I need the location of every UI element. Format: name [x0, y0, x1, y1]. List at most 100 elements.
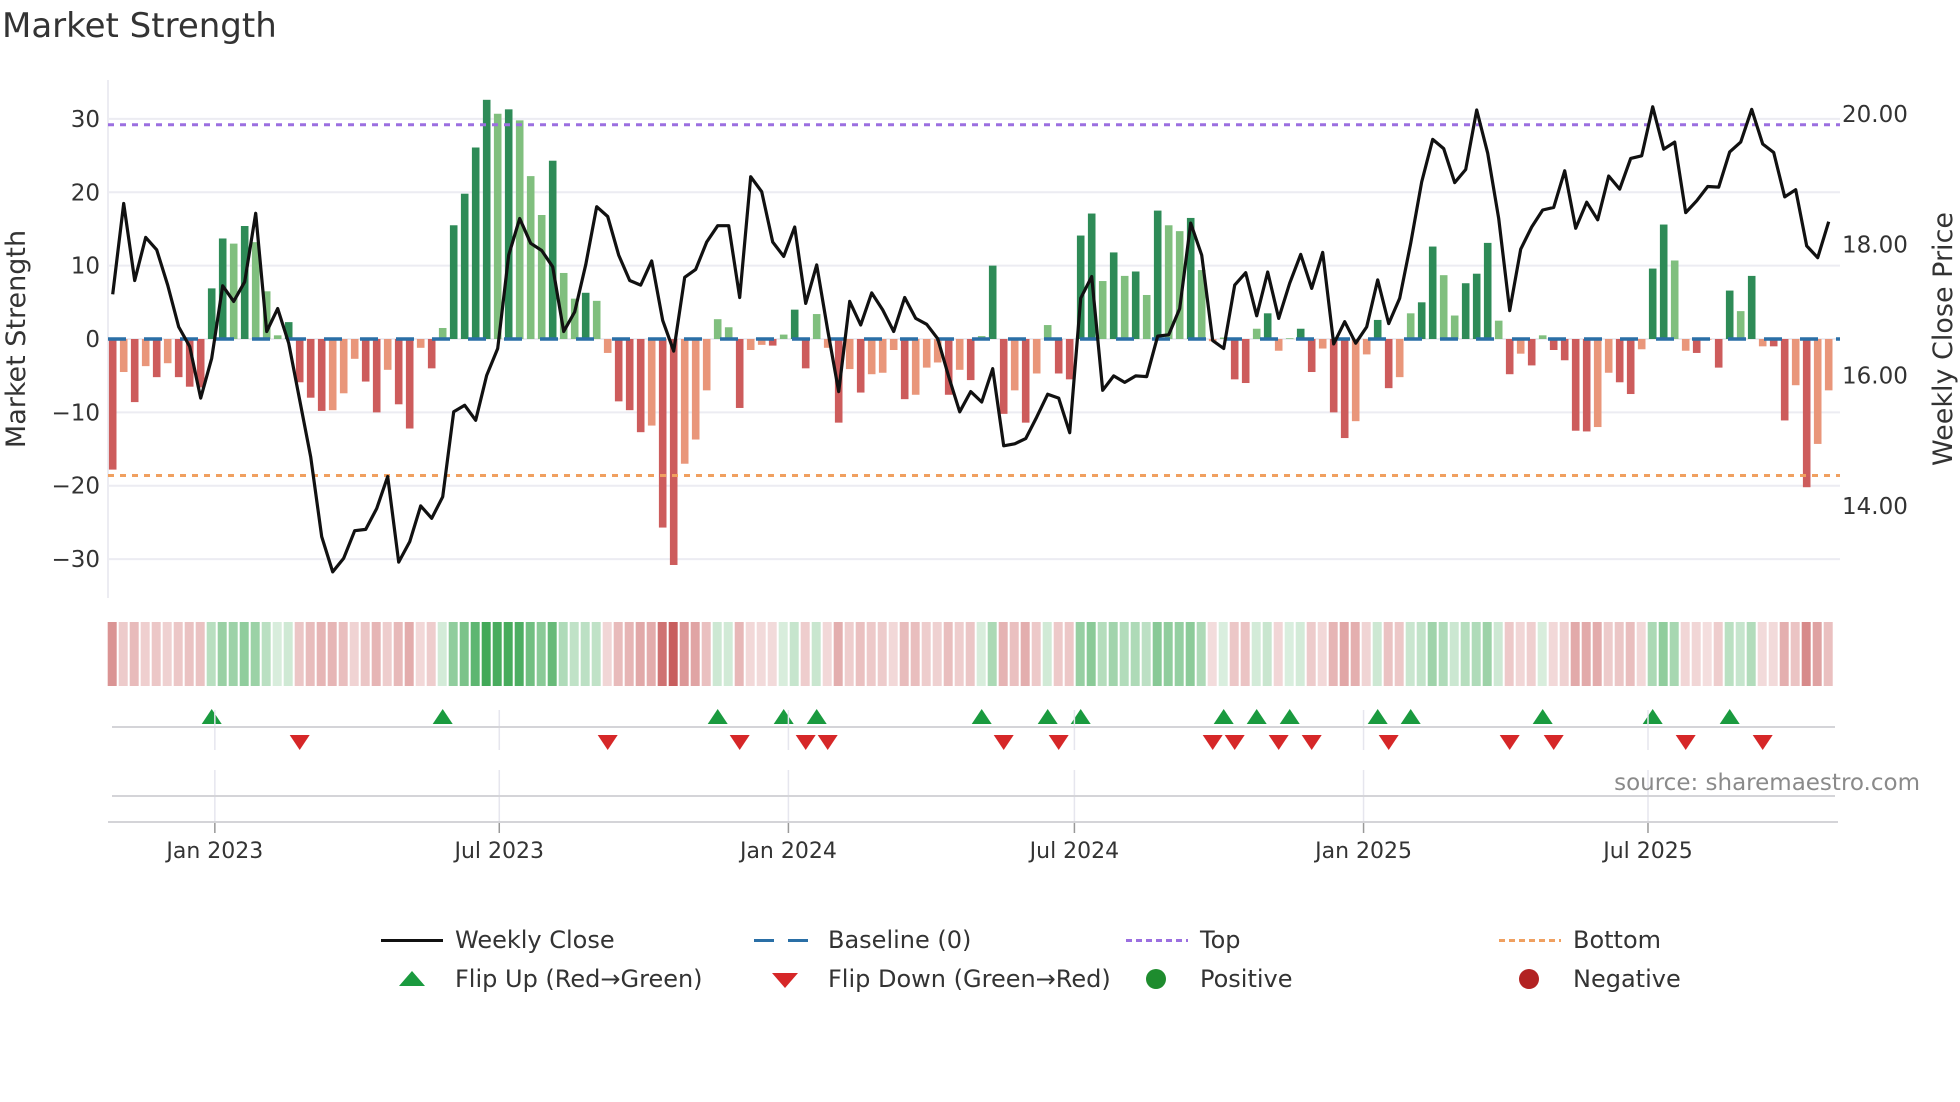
- positive-bar: [493, 113, 502, 340]
- heat-cell: [712, 622, 722, 686]
- negative-bar: [966, 339, 975, 381]
- heat-cell: [305, 622, 315, 686]
- heat-cell: [877, 622, 887, 686]
- heat-cell: [272, 622, 282, 686]
- heat-cell: [954, 622, 964, 686]
- heat-cell: [437, 622, 447, 686]
- negative-bar: [603, 339, 612, 353]
- heat-cell: [1218, 622, 1228, 686]
- triangle-up-icon: [381, 967, 443, 991]
- heat-cell: [349, 622, 359, 686]
- heat-cell: [1713, 622, 1723, 686]
- positive-bar: [1098, 281, 1107, 339]
- heat-cell: [1339, 622, 1349, 686]
- negative-bar: [669, 339, 678, 565]
- heat-cell: [1405, 622, 1415, 686]
- heat-cell: [734, 622, 744, 686]
- positive-bar: [1747, 275, 1756, 339]
- positive-bar: [449, 225, 458, 339]
- heat-cell: [1064, 622, 1074, 686]
- x-tick-label: Jan 2023: [164, 839, 263, 864]
- positive-bar: [1648, 268, 1657, 339]
- heat-cell: [1141, 622, 1151, 686]
- negative-bar: [1516, 339, 1525, 354]
- positive-bar: [1153, 210, 1162, 339]
- negative-bar: [119, 339, 128, 373]
- x-tick-label: Jul 2024: [1028, 839, 1120, 864]
- heat-cell: [866, 622, 876, 686]
- heat-cell: [1273, 622, 1283, 686]
- heat-cell: [580, 622, 590, 686]
- legend-flip-up: Flip Up (Red→Green): [381, 963, 703, 995]
- y-tick-label: −30: [51, 547, 100, 573]
- negative-bar: [1780, 339, 1789, 421]
- negative-bar: [955, 339, 964, 370]
- heat-cell: [1658, 622, 1668, 686]
- heat-cell: [976, 622, 986, 686]
- negative-bar: [416, 339, 425, 348]
- y-tick-label: 10: [71, 254, 100, 280]
- strength-bars: [108, 99, 1833, 565]
- positive-bar: [1659, 224, 1668, 339]
- negative-bar: [1813, 339, 1822, 444]
- circle-icon: [1126, 967, 1188, 991]
- negative-bar: [1021, 339, 1030, 423]
- negative-bar: [174, 339, 183, 378]
- negative-bar: [317, 339, 326, 411]
- heat-cell: [1559, 622, 1569, 686]
- negative-bar: [295, 339, 304, 383]
- positive-bar: [482, 99, 491, 339]
- positive-bar: [1450, 315, 1459, 339]
- heat-cell: [1251, 622, 1261, 686]
- y2-tick-label: 14.00: [1842, 494, 1908, 520]
- heat-cell: [1548, 622, 1558, 686]
- flip-up-icon: [971, 709, 992, 724]
- flip-up-icon: [1037, 709, 1058, 724]
- heat-cell: [1361, 622, 1371, 686]
- heat-cell: [778, 622, 788, 686]
- heat-cell: [1493, 622, 1503, 686]
- heat-cell: [1416, 622, 1426, 686]
- heat-cell: [1075, 622, 1085, 686]
- flip-up-icon: [806, 709, 827, 724]
- negative-bar: [1582, 339, 1591, 432]
- heat-cell: [1570, 622, 1580, 686]
- flip-down-icon: [817, 735, 838, 750]
- negative-bar: [152, 339, 161, 378]
- heat-cell: [393, 622, 403, 686]
- heat-cell: [1526, 622, 1536, 686]
- legend-baseline: Baseline (0): [754, 924, 971, 956]
- positive-bar: [1483, 242, 1492, 339]
- heat-cell: [261, 622, 271, 686]
- heat-cell: [481, 622, 491, 686]
- heat-cell: [646, 622, 656, 686]
- heat-cell: [536, 622, 546, 686]
- heat-cell: [558, 622, 568, 686]
- negative-bar: [1637, 339, 1646, 350]
- heat-cell: [547, 622, 557, 686]
- negative-bar: [1032, 339, 1041, 374]
- heat-cell: [591, 622, 601, 686]
- heat-cell: [107, 622, 117, 686]
- legend-label: Negative: [1573, 965, 1681, 993]
- legend-negative: Negative: [1499, 963, 1681, 995]
- heat-cell: [1383, 622, 1393, 686]
- heat-cell: [822, 622, 832, 686]
- flip-down-icon: [1224, 735, 1245, 750]
- positive-bar: [1285, 338, 1294, 339]
- positive-bar: [548, 160, 557, 339]
- negative-bar: [647, 339, 656, 426]
- positive-bar: [1670, 260, 1679, 339]
- heat-cell: [1350, 622, 1360, 686]
- y-tick-label: −20: [51, 474, 100, 500]
- negative-bar: [867, 339, 876, 375]
- negative-bar: [1340, 339, 1349, 439]
- heat-cell: [811, 622, 821, 686]
- negative-bar: [306, 339, 315, 398]
- x-tick-label: Jul 2023: [453, 839, 545, 864]
- negative-bar: [1802, 339, 1811, 488]
- heat-cell: [492, 622, 502, 686]
- heat-cell: [668, 622, 678, 686]
- x-tick-label: Jan 2025: [1313, 839, 1412, 864]
- heat-cell: [1504, 622, 1514, 686]
